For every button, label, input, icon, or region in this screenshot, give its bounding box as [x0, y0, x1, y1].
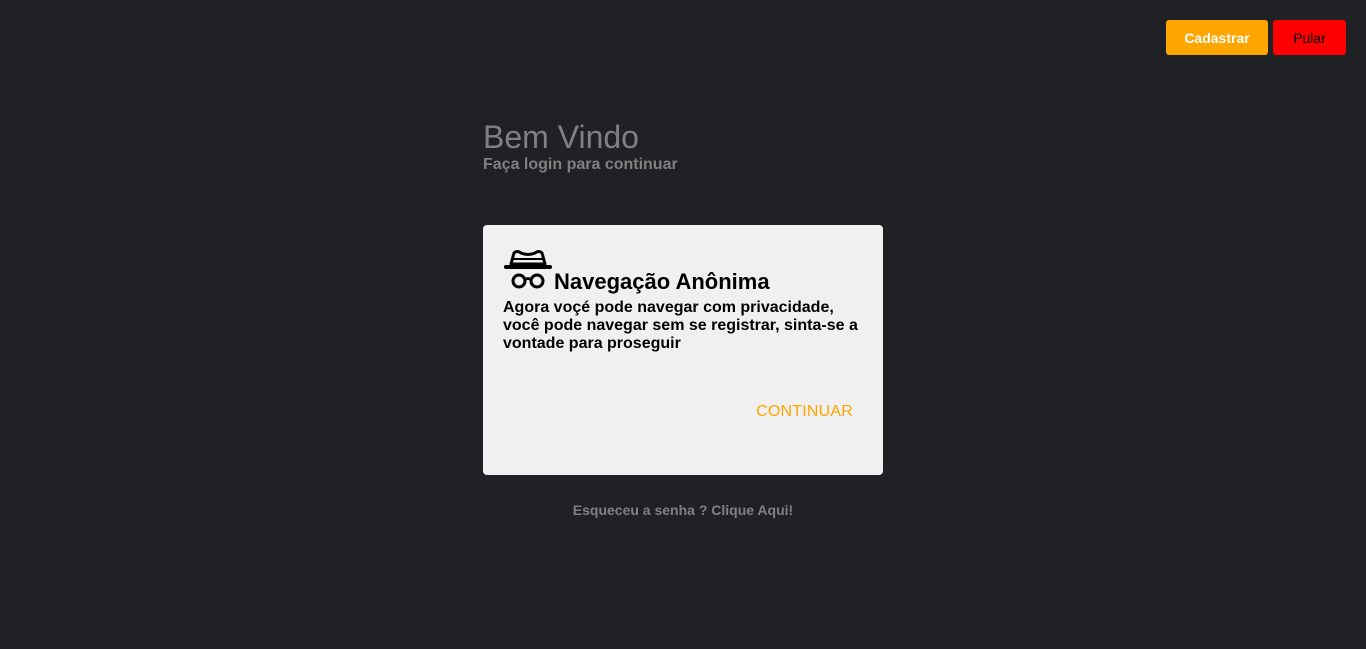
- incognito-icon: [503, 249, 553, 291]
- forgot-password-link[interactable]: Esqueceu a senha ? Clique Aqui!: [0, 502, 1366, 518]
- register-button[interactable]: Cadastrar: [1166, 20, 1268, 55]
- card-title: Navegação Anônima: [554, 269, 770, 294]
- anonymous-browsing-card: Navegação Anônima Agora voçé pode navega…: [483, 225, 883, 475]
- top-actions: Cadastrar Pular: [1166, 20, 1346, 55]
- page-title: Bem Vindo: [483, 119, 639, 155]
- page-subtitle: Faça login para continuar: [483, 156, 678, 173]
- skip-button[interactable]: Pular: [1273, 20, 1346, 55]
- continue-link[interactable]: CONTINUAR: [756, 403, 853, 421]
- card-header: Navegação Anônima: [503, 249, 863, 294]
- card-description: Agora voçé pode navegar com privacidade,…: [503, 299, 858, 352]
- welcome-header: Bem Vindo Faça login para continuar: [483, 118, 678, 174]
